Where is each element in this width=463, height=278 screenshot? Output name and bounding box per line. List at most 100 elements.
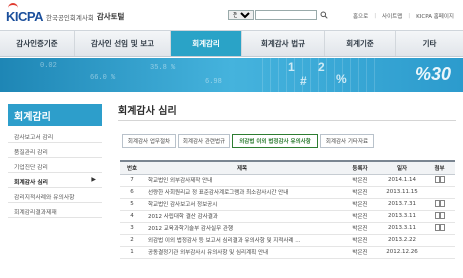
title-divider (118, 120, 456, 121)
search-scope-select[interactable]: 전체 (228, 10, 254, 20)
home-link[interactable]: 홈으로 (353, 12, 368, 20)
table-row[interactable]: 6 선량한 사회원리교 정 표준감사계로그램과 최소감사시간 안내 박은진 2013.… (120, 186, 455, 199)
row-attachment (424, 174, 455, 187)
util-divider: | (374, 13, 377, 19)
search-input[interactable] (255, 10, 317, 20)
nav-item-auditor-appointment[interactable]: 감사인 선임 및 보고 (75, 31, 170, 56)
row-title-link[interactable]: 학교법인 외부감사제작 안내 (144, 174, 340, 187)
row-number: 1 (120, 246, 144, 259)
hero-banner: 0.02 66.0 % 35.8 % 6.98 1 # 2 % %30 (0, 58, 463, 92)
sidebar-item-sanctions[interactable]: 회계감리결과제재 (8, 203, 102, 218)
row-date: 2013.11.15 (380, 186, 424, 199)
sidebar-item-corporate-diagnosis[interactable]: 기업진단 감리 (8, 158, 102, 173)
sidebar-item-audit-deliberation[interactable]: 회계감사 심리 ▶ (8, 173, 102, 188)
attachment-icon[interactable] (434, 199, 445, 207)
page-title: 회계감사 심리 (118, 106, 177, 117)
row-title-link[interactable]: 2012 교육과학기술부 감사실무 관행 (144, 222, 340, 235)
banner-calc-glyph: # (300, 74, 307, 88)
row-date: 2014.1.14 (380, 174, 424, 187)
attachment-icon[interactable] (434, 223, 445, 231)
chevron-right-icon: ▶ (91, 176, 96, 183)
row-author: 박은진 (340, 234, 380, 247)
sidebar-item-label: 품질관리 감리 (14, 150, 48, 156)
attachment-icon[interactable] (434, 211, 445, 219)
site-logo[interactable]: KICPA 한국공인회계사회 감사토털 (6, 3, 125, 25)
row-date: 2013.3.11 (380, 222, 424, 235)
sidebar-item-label: 감사보고서 감리 (14, 135, 54, 141)
table-row[interactable]: 5 학교법인 감사보고서 정보공시 박은진 2013.7.31 (120, 198, 455, 211)
table-row[interactable]: 2 외감법 이외 법정감사 등 보고서 심리결과 유의사항 및 지적사례 ... 박… (120, 234, 455, 247)
nav-item-accounting-review[interactable]: 회계감리 (171, 31, 241, 56)
table-row[interactable]: 1 공동결정기관 외부감사시 유의사항 및 심리계획 안내 박은진 2012.12.2… (120, 246, 455, 259)
row-author: 박은진 (340, 222, 380, 235)
kicpa-logo-mark: KICPA (6, 3, 43, 25)
row-author: 박은진 (340, 246, 380, 259)
sidebar-item-review-cases[interactable]: 감리지적사례와 유의사항 (8, 188, 102, 203)
table-row[interactable]: 3 2012 교육과학기술부 감사실무 관행 박은진 2013.3.11 (120, 222, 455, 235)
main-nav: 감사인증기준 감사인 선임 및 보고 회계감리 회계감사 법규 회계기준 기타 (0, 30, 463, 57)
col-header-title: 제목 (144, 160, 340, 175)
attachment-icon[interactable] (434, 175, 445, 183)
sidebar-menu: 감사보고서 감리 품질관리 감리 기업진단 감리 회계감사 심리 ▶ 감리지적사… (8, 128, 102, 218)
tab-audit-law[interactable]: 회계감사 관련법규 (178, 134, 230, 148)
top-header: KICPA 한국공인회계사회 감사토털 전체 홈으로 | 사이트맵 | KICP… (0, 0, 463, 30)
row-number: 3 (120, 222, 144, 235)
row-title-link[interactable]: 2012 사립대학 결산 감사결과 (144, 210, 340, 223)
col-header-date: 일자 (380, 160, 424, 175)
row-attachment (424, 210, 455, 223)
row-attachment (424, 222, 455, 235)
nav-item-audit-standards[interactable]: 감사인증기준 (0, 31, 74, 56)
org-name: 한국공인회계사회 (45, 13, 94, 22)
banner-number: 66.0 % (90, 74, 116, 82)
row-attachment (424, 186, 455, 199)
sidebar-item-quality-review[interactable]: 품질관리 감리 (8, 143, 102, 158)
row-author: 박은진 (340, 186, 380, 199)
row-attachment (424, 246, 455, 259)
util-divider: | (408, 13, 411, 19)
table-header-row: 번호 제목 등록자 일자 첨부 (120, 160, 455, 175)
sidebar-item-audit-report-review[interactable]: 감사보고서 감리 (8, 128, 102, 143)
nav-item-audit-law[interactable]: 회계감사 법규 (242, 31, 324, 56)
row-title-link[interactable]: 공동결정기관 외부감사시 유의사항 및 심리계획 안내 (144, 246, 340, 259)
kicpa-home-link[interactable]: KICPA 홈페이지 (416, 12, 454, 20)
table-row[interactable]: 7 학교법인 외부감사제작 안내 박은진 2014.1.14 (120, 174, 455, 187)
banner-number: 6.98 (205, 78, 222, 86)
logo-swoosh-icon (8, 3, 18, 13)
banner-calc-glyph: 1 (288, 60, 295, 74)
row-title-link[interactable]: 학교법인 감사보고서 정보공시 (144, 198, 340, 211)
row-number: 7 (120, 174, 144, 187)
search-bar: 전체 (228, 10, 329, 20)
row-date: 2013.2.22 (380, 234, 424, 247)
site-name: 감사토털 (96, 11, 125, 21)
banner-calc-glyph: % (336, 72, 347, 86)
posts-table: 번호 제목 등록자 일자 첨부 7 학교법인 외부감사제작 안내 박은진 2014.1… (120, 160, 455, 259)
sub-tabs: 회계감사 업무절차 회계감사 관련법규 외감법 이외 법정감사 유의사항 회계감… (122, 134, 376, 148)
search-button[interactable] (319, 10, 329, 20)
row-title-link[interactable]: 외감법 이외 법정감사 등 보고서 심리결과 유의사항 및 지적사례 ... (144, 234, 340, 247)
row-date: 2013.7.31 (380, 198, 424, 211)
table-row[interactable]: 4 2012 사립대학 결산 감사결과 박은진 2013.3.11 (120, 210, 455, 223)
row-author: 박은진 (340, 174, 380, 187)
banner-number: 35.8 % (150, 64, 176, 72)
sidebar-item-label: 감리지적사례와 유의사항 (14, 195, 75, 201)
row-attachment (424, 198, 455, 211)
row-number: 5 (120, 198, 144, 211)
tab-audit-procedure[interactable]: 회계감사 업무절차 (122, 134, 176, 148)
sitemap-link[interactable]: 사이트맵 (382, 12, 402, 20)
col-header-attachment: 첨부 (424, 160, 455, 175)
col-header-author: 등록자 (340, 160, 380, 175)
row-author: 박은진 (340, 210, 380, 223)
row-title-link[interactable]: 선량한 사회원리교 정 표준감사계로그램과 최소감사시간 안내 (144, 186, 340, 199)
row-number: 2 (120, 234, 144, 247)
sidebar-title: 회계감리 (8, 104, 102, 126)
sidebar-item-label: 회계감사 심리 (14, 180, 49, 186)
utility-links: 홈으로 | 사이트맵 | KICPA 홈페이지 (353, 12, 454, 20)
col-header-number: 번호 (120, 160, 144, 175)
tab-statutory-audit-notes[interactable]: 외감법 이외 법정감사 유의사항 (232, 134, 318, 148)
sidebar-item-label: 회계감리결과제재 (14, 210, 57, 216)
nav-item-accounting-standards[interactable]: 회계기준 (325, 31, 395, 56)
banner-calc-glyph: 2 (318, 60, 325, 74)
tab-other-materials[interactable]: 회계감사 기타자료 (320, 134, 374, 148)
nav-item-other[interactable]: 기타 (396, 31, 463, 56)
row-author: 박은진 (340, 198, 380, 211)
